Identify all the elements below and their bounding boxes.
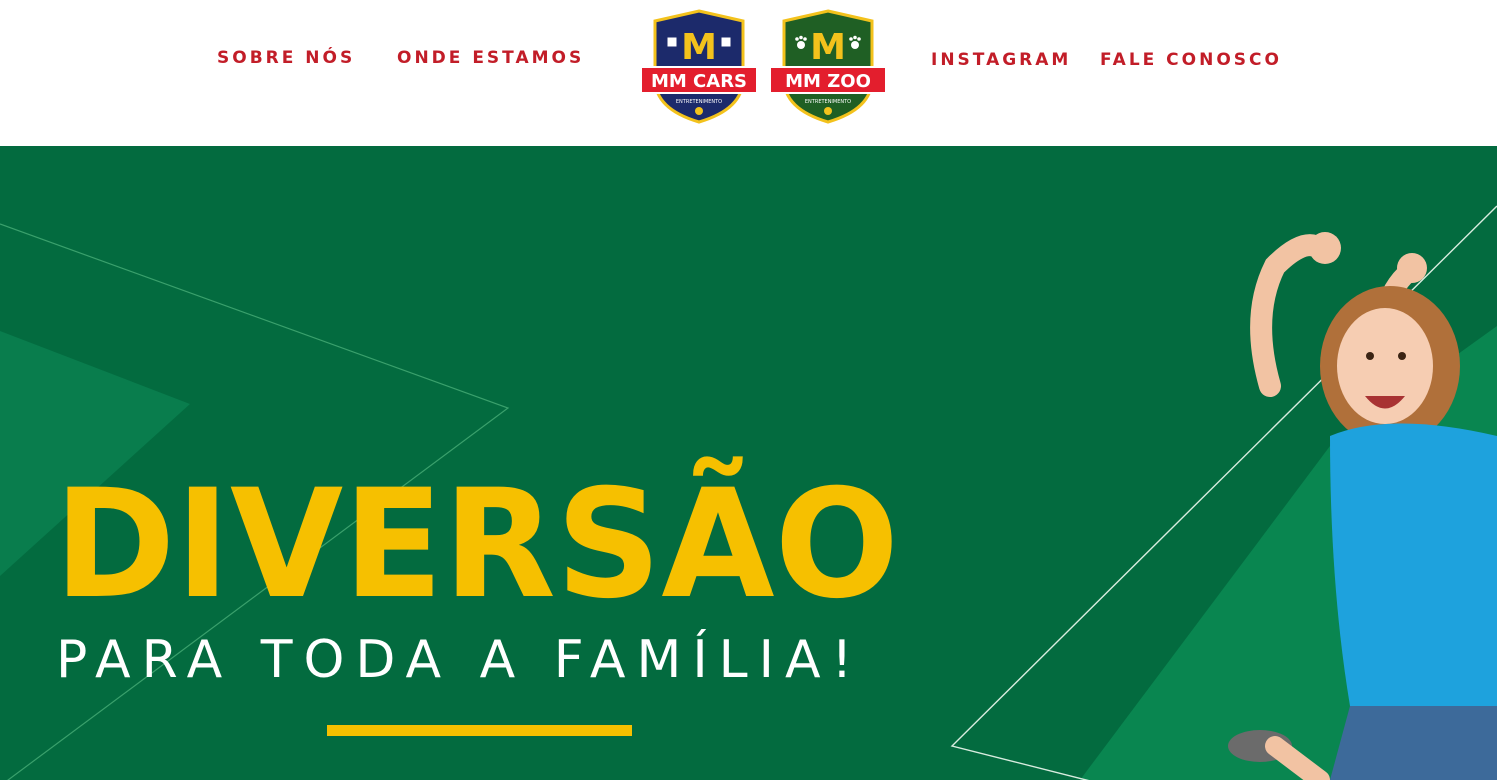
checkered-flag-icon [666,36,678,48]
checkered-flag-icon [720,36,732,48]
hero-banner: DIVERSÃO PARA TODA A FAMÍLIA! [0,146,1497,780]
nav-fale-conosco[interactable]: FALE CONOSCO [1100,50,1282,70]
hero-subheadline: PARA TODA A FAMÍLIA! [56,630,864,690]
jumping-girl-photo [1228,232,1497,780]
car-icon [695,107,703,115]
bear-icon [824,107,832,115]
site-header: SOBRE NÓS ONDE ESTAMOS M MM CARS ENTRETE… [0,0,1497,146]
nav-instagram[interactable]: INSTAGRAM [931,50,1071,70]
nav-onde-estamos[interactable]: ONDE ESTAMOS [397,48,584,68]
mm-zoo-logo[interactable]: M MM ZOO ENTRETENIMENTO [768,9,888,124]
hero-underline-bar [327,725,632,736]
cars-logo-tagline: ENTRETENIMENTO [676,99,722,105]
cars-logo-monogram: M [681,27,717,68]
zoo-logo-monogram: M [810,27,846,68]
zoo-logo-tagline: ENTRETENIMENTO [805,99,851,105]
zoo-logo-name: MM ZOO [785,71,871,92]
hero-headline: DIVERSÃO [54,456,899,616]
mm-cars-logo[interactable]: M MM CARS ENTRETENIMENTO [639,9,759,124]
cars-logo-name: MM CARS [651,71,747,92]
svg-text:DIVERSÃO: DIVERSÃO [54,456,899,616]
nav-sobre-nos[interactable]: SOBRE NÓS [217,48,355,68]
